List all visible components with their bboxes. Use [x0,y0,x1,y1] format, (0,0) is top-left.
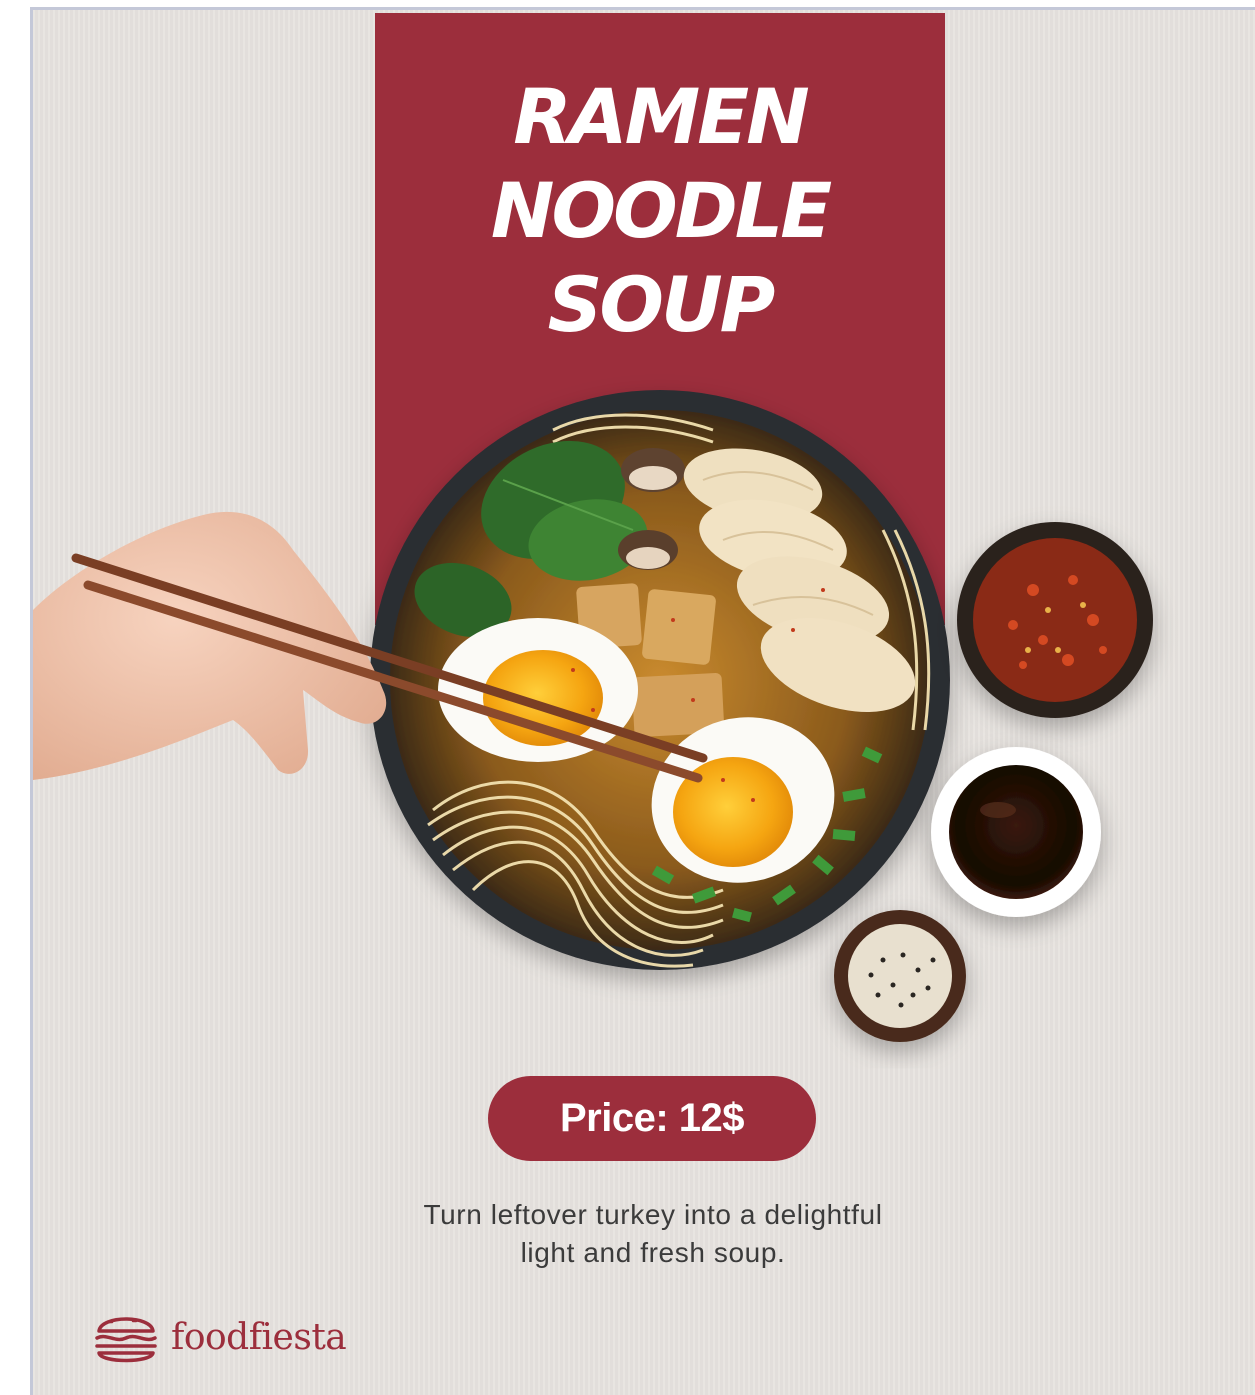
description-line-2: light and fresh soup. [520,1237,786,1268]
burger-icon [95,1317,157,1363]
price-badge: Price: 12$ [488,1076,816,1161]
brand-name: foodfiesta [171,1316,347,1358]
soy-sauce-dish [931,747,1101,917]
sesame-seeds-bowl [834,910,966,1042]
chili-flakes-bowl [957,522,1153,718]
ramen-photo [33,390,1153,1042]
poster: RAMEN NOODLE SOUP Price: 12$ Turn leftov… [30,7,1255,1395]
soft-boiled-egg-left [438,618,638,762]
brand-logo: foodfiesta [91,1305,347,1369]
description-line-1: Turn leftover turkey into a delightful [423,1199,883,1230]
dish-description: Turn leftover turkey into a delightful l… [333,1196,973,1272]
page: RAMEN NOODLE SOUP Price: 12$ Turn leftov… [0,0,1255,1395]
